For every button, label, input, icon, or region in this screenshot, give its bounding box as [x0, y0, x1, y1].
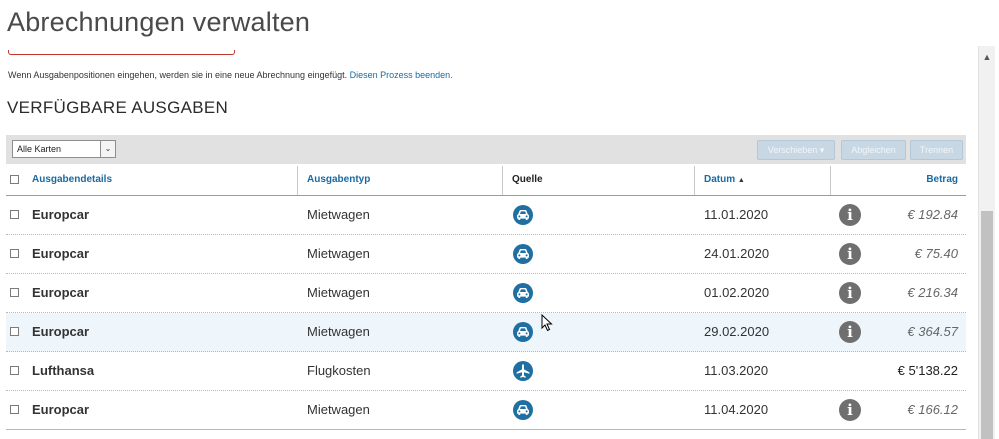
info-icon[interactable]: i [839, 243, 861, 265]
info-icon[interactable]: i [839, 321, 861, 343]
table-row[interactable]: Europcar Mietwagen 24.01.2020 i € 75.40 [6, 235, 966, 274]
merchant-name[interactable]: Europcar [32, 196, 89, 234]
car-icon [513, 244, 533, 264]
select-all-checkbox[interactable] [10, 175, 19, 184]
table-row[interactable]: Europcar Mietwagen 01.02.2020 i € 216.34 [6, 274, 966, 313]
table-header: Ausgabendetails Ausgabentyp Quelle Datum… [6, 164, 966, 196]
expense-amount: € 166.12 [907, 402, 958, 417]
info-message: Wenn Ausgabenpositionen eingehen, werden… [8, 70, 348, 80]
table-row[interactable]: Europcar Mietwagen 11.01.2020 i € 192.84 [6, 196, 966, 235]
expense-type: Mietwagen [307, 285, 370, 300]
column-divider [502, 166, 503, 195]
row-checkbox[interactable] [10, 210, 19, 219]
merchant-name[interactable]: Europcar [32, 313, 89, 351]
sort-ascending-icon: ▲ [737, 177, 745, 184]
expense-date: 29.02.2020 [704, 324, 770, 339]
expenses-table: Ausgabendetails Ausgabentyp Quelle Datum… [6, 164, 966, 430]
card-filter-select[interactable]: Alle Karten ⌄ [12, 140, 116, 158]
merchant-name[interactable]: Europcar [32, 391, 89, 429]
chevron-down-icon[interactable]: ⌄ [100, 141, 115, 157]
scroll-thumb[interactable] [981, 211, 993, 439]
vertical-scrollbar[interactable]: ▲ [978, 46, 995, 439]
table-row[interactable]: Europcar Mietwagen 11.04.2020 i € 166.12 [6, 391, 966, 430]
move-button[interactable]: Verschieben ▾ [757, 140, 835, 160]
column-divider [694, 166, 695, 195]
merchant-name[interactable]: Europcar [32, 274, 89, 312]
header-details[interactable]: Ausgabendetails [32, 164, 112, 195]
table-row[interactable]: Lufthansa Flugkosten 11.03.2020 € 5'138.22 [6, 352, 966, 391]
split-button[interactable]: Trennen [910, 140, 963, 160]
car-icon [513, 205, 533, 225]
info-icon[interactable]: i [839, 204, 861, 226]
column-divider [297, 166, 298, 195]
toolbar: Alle Karten ⌄ Verschieben ▾ Abgleichen T… [6, 135, 966, 164]
row-checkbox[interactable] [10, 288, 19, 297]
end-process-link[interactable]: Diesen Prozess beenden. [350, 70, 453, 80]
row-checkbox[interactable] [10, 249, 19, 258]
row-checkbox[interactable] [10, 366, 19, 375]
header-type[interactable]: Ausgabentyp [307, 164, 370, 195]
column-divider [830, 166, 831, 195]
header-amount[interactable]: Betrag [926, 164, 958, 195]
plane-icon [513, 361, 533, 381]
header-date[interactable]: Datum ▲ [704, 164, 745, 195]
expense-type: Mietwagen [307, 207, 370, 222]
expense-amount: € 216.34 [907, 285, 958, 300]
title-underline [8, 50, 235, 55]
section-title: VERFÜGBARE AUSGABEN [7, 98, 229, 117]
info-icon[interactable]: i [839, 399, 861, 421]
expense-date: 11.04.2020 [704, 402, 769, 417]
info-icon[interactable]: i [839, 282, 861, 304]
car-icon [513, 400, 533, 420]
row-checkbox[interactable] [10, 405, 19, 414]
car-icon [513, 322, 533, 342]
merchant-name[interactable]: Lufthansa [32, 352, 94, 390]
card-filter-value: Alle Karten [17, 144, 62, 154]
merchant-name[interactable]: Europcar [32, 235, 89, 273]
expense-amount: € 364.57 [907, 324, 958, 339]
match-button[interactable]: Abgleichen [841, 140, 906, 160]
expense-type: Mietwagen [307, 246, 370, 261]
expense-amount: € 192.84 [907, 207, 958, 222]
expense-amount: € 5'138.22 [897, 363, 958, 378]
table-row[interactable]: Europcar Mietwagen 29.02.2020 i € 364.57 [6, 313, 966, 352]
expense-type: Mietwagen [307, 324, 370, 339]
expense-date: 01.02.2020 [704, 285, 770, 300]
header-source[interactable]: Quelle [512, 164, 543, 195]
expense-date: 24.01.2020 [704, 246, 770, 261]
header-date-label: Datum [704, 174, 736, 185]
table-body: Europcar Mietwagen 11.01.2020 i € 192.84 Euro… [6, 196, 966, 430]
expense-amount: € 75.40 [914, 246, 958, 261]
expense-type: Flugkosten [307, 363, 371, 378]
mouse-cursor-icon [541, 314, 553, 332]
scroll-up-icon[interactable]: ▲ [979, 50, 995, 64]
expense-type: Mietwagen [307, 402, 370, 417]
page-title: Abrechnungen verwalten [7, 7, 311, 37]
expense-date: 11.03.2020 [704, 363, 769, 378]
row-checkbox[interactable] [10, 327, 19, 336]
car-icon [513, 283, 533, 303]
info-text: Wenn Ausgabenpositionen eingehen, werden… [8, 70, 453, 80]
expense-date: 11.01.2020 [704, 207, 769, 222]
